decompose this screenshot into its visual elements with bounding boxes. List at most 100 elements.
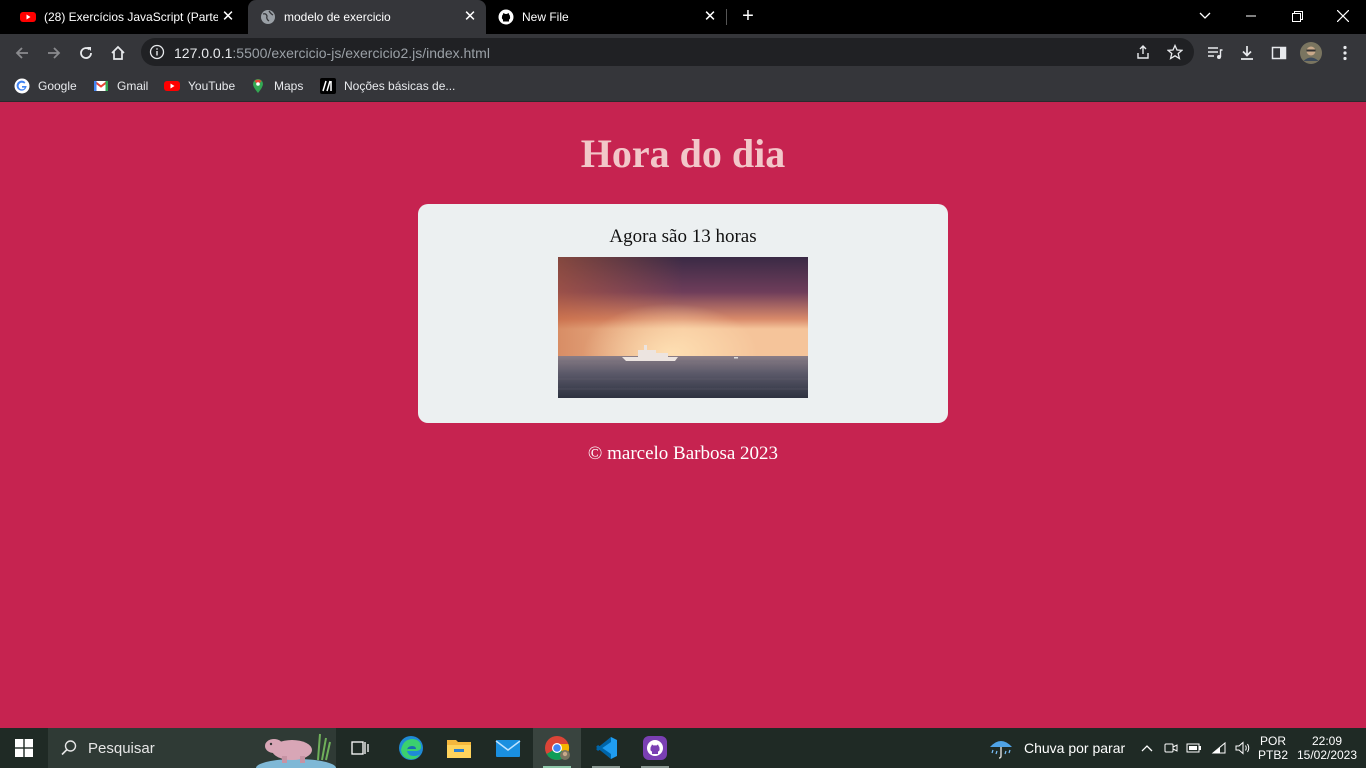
vscode-icon [596,737,617,759]
close-window-button[interactable] [1320,0,1366,30]
time-card: Agora são 13 horas [418,204,948,423]
wifi-icon [1211,741,1226,754]
youtube-icon [164,81,180,91]
taskbar-vscode[interactable] [582,728,630,768]
side-panel-icon [1271,46,1287,59]
volume-button[interactable] [1232,728,1254,768]
home-button[interactable] [106,40,130,64]
search-icon [61,740,77,756]
maps-icon [253,79,263,93]
profile-button[interactable] [1299,40,1323,64]
bookmark-star-button[interactable] [1165,42,1185,62]
info-icon[interactable] [149,44,165,60]
tab-search-button[interactable] [1182,0,1228,30]
weather-text: Chuva por parar [1024,740,1126,756]
side-panel-button[interactable] [1267,40,1291,64]
show-hidden-icons-button[interactable] [1138,728,1156,768]
bookmark-google[interactable]: Google [14,76,77,96]
tab-title: modelo de exercicio [284,10,391,24]
gmail-icon [93,80,109,91]
url-host: 127.0.0.1 [174,45,233,61]
taskbar-github-desktop[interactable] [631,728,679,768]
tab-close-button[interactable]: ✕ [702,9,718,25]
battery-icon [1186,743,1201,753]
tab-separator [726,9,727,25]
tab-close-button[interactable]: ✕ [462,9,478,25]
bookmark-youtube[interactable]: YouTube [164,76,235,96]
mdn-icon [320,78,336,94]
github-icon [498,9,514,25]
taskbar-edge[interactable] [387,728,435,768]
windows-logo-icon [15,739,33,757]
avatar [1300,41,1322,64]
page-title: Hora do dia [580,131,786,176]
restore-button[interactable] [1274,0,1320,30]
download-icon [1241,45,1253,60]
tab-modelo-de-exercicio[interactable]: modelo de exercicio ✕ [248,0,486,34]
browser-tab-strip: (28) Exercícios JavaScript (Parte 2 ✕ mo… [0,0,1366,34]
chrome-icon [545,736,570,761]
web-page: Hora do dia Agora são 13 horas © marcelo… [0,102,1366,728]
kebab-menu-icon [1343,45,1347,60]
taskbar-search-box[interactable]: Pesquisar [48,728,336,768]
camera-icon [1164,743,1178,753]
arrow-left-icon [15,46,28,59]
url-text: 127.0.0.1:5500/exercicio-js/exercicio2.j… [174,45,490,61]
taskbar-chrome[interactable] [533,728,581,768]
bookmark-label: Noções básicas de... [344,79,456,93]
share-button[interactable] [1133,42,1153,62]
reload-button[interactable] [74,40,98,64]
time-message: Agora são 13 horas [609,226,757,247]
search-placeholder: Pesquisar [88,740,155,757]
address-bar[interactable]: 127.0.0.1:5500/exercicio-js/exercicio2.j… [141,38,1194,66]
tab-title: (28) Exercícios JavaScript (Parte 2 [44,10,218,24]
task-view-icon [351,741,369,755]
tab-close-button[interactable]: ✕ [220,9,236,25]
clock[interactable]: 22:09 15/02/2023 [1294,728,1360,768]
minimize-icon [1246,15,1256,17]
reload-icon [80,46,92,59]
chrome-menu-button[interactable] [1333,40,1357,64]
bookmark-gmail[interactable]: Gmail [93,76,148,96]
windows-taskbar: Pesquisar Chuva por parar POR PTB2 22:09… [0,728,1366,768]
sunset-photo [558,257,808,398]
language-indicator[interactable]: POR PTB2 [1256,728,1290,768]
forward-button[interactable] [42,40,66,64]
meet-now-button[interactable] [1161,728,1181,768]
bookmark-maps[interactable]: Maps [250,76,303,96]
bookmark-mdn[interactable]: Noções básicas de... [320,76,455,96]
bookmark-label: Gmail [117,79,149,93]
bookmark-label: YouTube [188,79,236,93]
arrow-right-icon [48,46,61,59]
taskbar-mail[interactable] [484,728,532,768]
clock-date: 15/02/2023 [1296,748,1358,762]
clock-time: 22:09 [1311,734,1343,748]
playlist-icon [1208,46,1223,59]
home-icon [111,45,125,60]
downloads-button[interactable] [1235,40,1259,64]
globe-icon [261,10,275,24]
battery-button[interactable] [1184,728,1204,768]
tab-new-file[interactable]: New File ✕ [490,0,726,34]
youtube-icon [20,12,36,22]
media-controls-button[interactable] [1203,40,1227,64]
chevron-up-icon [1141,745,1153,752]
minimize-button[interactable] [1228,0,1274,30]
close-icon [1336,9,1350,23]
back-button[interactable] [10,40,34,64]
tab-youtube[interactable]: (28) Exercícios JavaScript (Parte 2 ✕ [12,0,244,34]
weather-widget[interactable]: Chuva por parar [988,728,1128,768]
url-path: :5500/exercicio-js/exercicio2.js/index.h… [232,45,490,61]
start-button[interactable] [0,728,48,768]
github-desktop-icon [643,736,667,760]
language-code: POR [1259,734,1286,748]
new-tab-button[interactable]: + [737,5,759,27]
tab-title: New File [522,10,569,24]
mail-icon [495,740,521,757]
browser-toolbar: 127.0.0.1:5500/exercicio-js/exercicio2.j… [0,34,1366,70]
taskbar-file-explorer[interactable] [435,728,483,768]
network-button[interactable] [1208,728,1230,768]
task-view-button[interactable] [338,728,382,768]
hippo-illustration-icon [256,733,336,768]
share-icon [1137,45,1149,59]
